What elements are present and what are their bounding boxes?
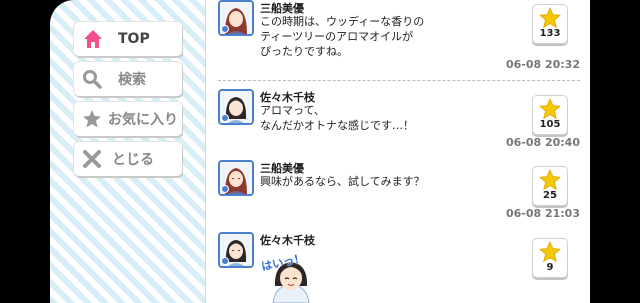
home-icon [84, 30, 102, 48]
like-button[interactable]: 133 [532, 4, 568, 44]
top-label: TOP [118, 31, 150, 47]
divider [218, 80, 580, 81]
avatar[interactable] [218, 89, 254, 125]
comment-timestamp: 06-08 21:03 [505, 207, 580, 220]
comment-item: 三船美優 興味があるなら、試してみます？ 25 06-08 21:03 [218, 160, 580, 224]
favorites-label: お気に入り [108, 112, 178, 128]
like-button[interactable]: 105 [532, 95, 568, 135]
avatar[interactable] [218, 0, 254, 36]
top-button[interactable]: TOP [74, 22, 182, 56]
close-label: とじる [112, 152, 154, 168]
comment-item: 三船美優 この時期は、ウッディーな香りの ティーツリーのアロマオイルが ぴったり… [218, 0, 580, 78]
comment-feed[interactable]: 三船美優 この時期は、ウッディーな香りの ティーツリーのアロマオイルが ぴったり… [205, 0, 590, 303]
like-count: 9 [546, 262, 554, 273]
comment-timestamp: 06-08 20:40 [505, 136, 580, 149]
favorites-button[interactable]: お気に入り [74, 102, 182, 136]
search-button[interactable]: 検索 [74, 62, 182, 96]
avatar[interactable] [218, 232, 254, 268]
comment-text: 興味があるなら、試してみます？ [260, 175, 425, 188]
close-button[interactable]: とじる [74, 142, 182, 176]
like-count: 25 [543, 190, 557, 201]
star-icon [539, 169, 561, 191]
star-icon [539, 7, 561, 29]
star-icon [539, 241, 561, 263]
like-button[interactable]: 9 [532, 238, 568, 278]
like-count: 105 [539, 119, 561, 130]
comment-author: 佐々木千枝 [260, 234, 315, 247]
comment-text: アロマって、 なんだかオトナな感じです…！ [260, 104, 414, 132]
close-icon [83, 150, 101, 168]
search-label: 検索 [118, 72, 146, 88]
star-icon [539, 98, 561, 120]
comment-item: 佐々木千枝 アロマって、 なんだかオトナな感じです…！ 105 06-08 20… [218, 89, 580, 153]
like-count: 133 [539, 28, 561, 39]
star-icon [83, 110, 101, 128]
search-icon [83, 70, 102, 89]
sticker-image: はいっ！ [260, 252, 321, 303]
avatar[interactable] [218, 160, 254, 196]
comment-text: この時期は、ウッディーな香りの ティーツリーのアロマオイルが ぴったりですね。 [260, 15, 425, 58]
like-button[interactable]: 25 [532, 166, 568, 206]
app-frame: TOP 検索 お気に入り とじる 三船美優 この時期は、ウッディーな香りの ティ… [50, 0, 590, 303]
comment-timestamp: 06-08 20:32 [505, 58, 580, 71]
